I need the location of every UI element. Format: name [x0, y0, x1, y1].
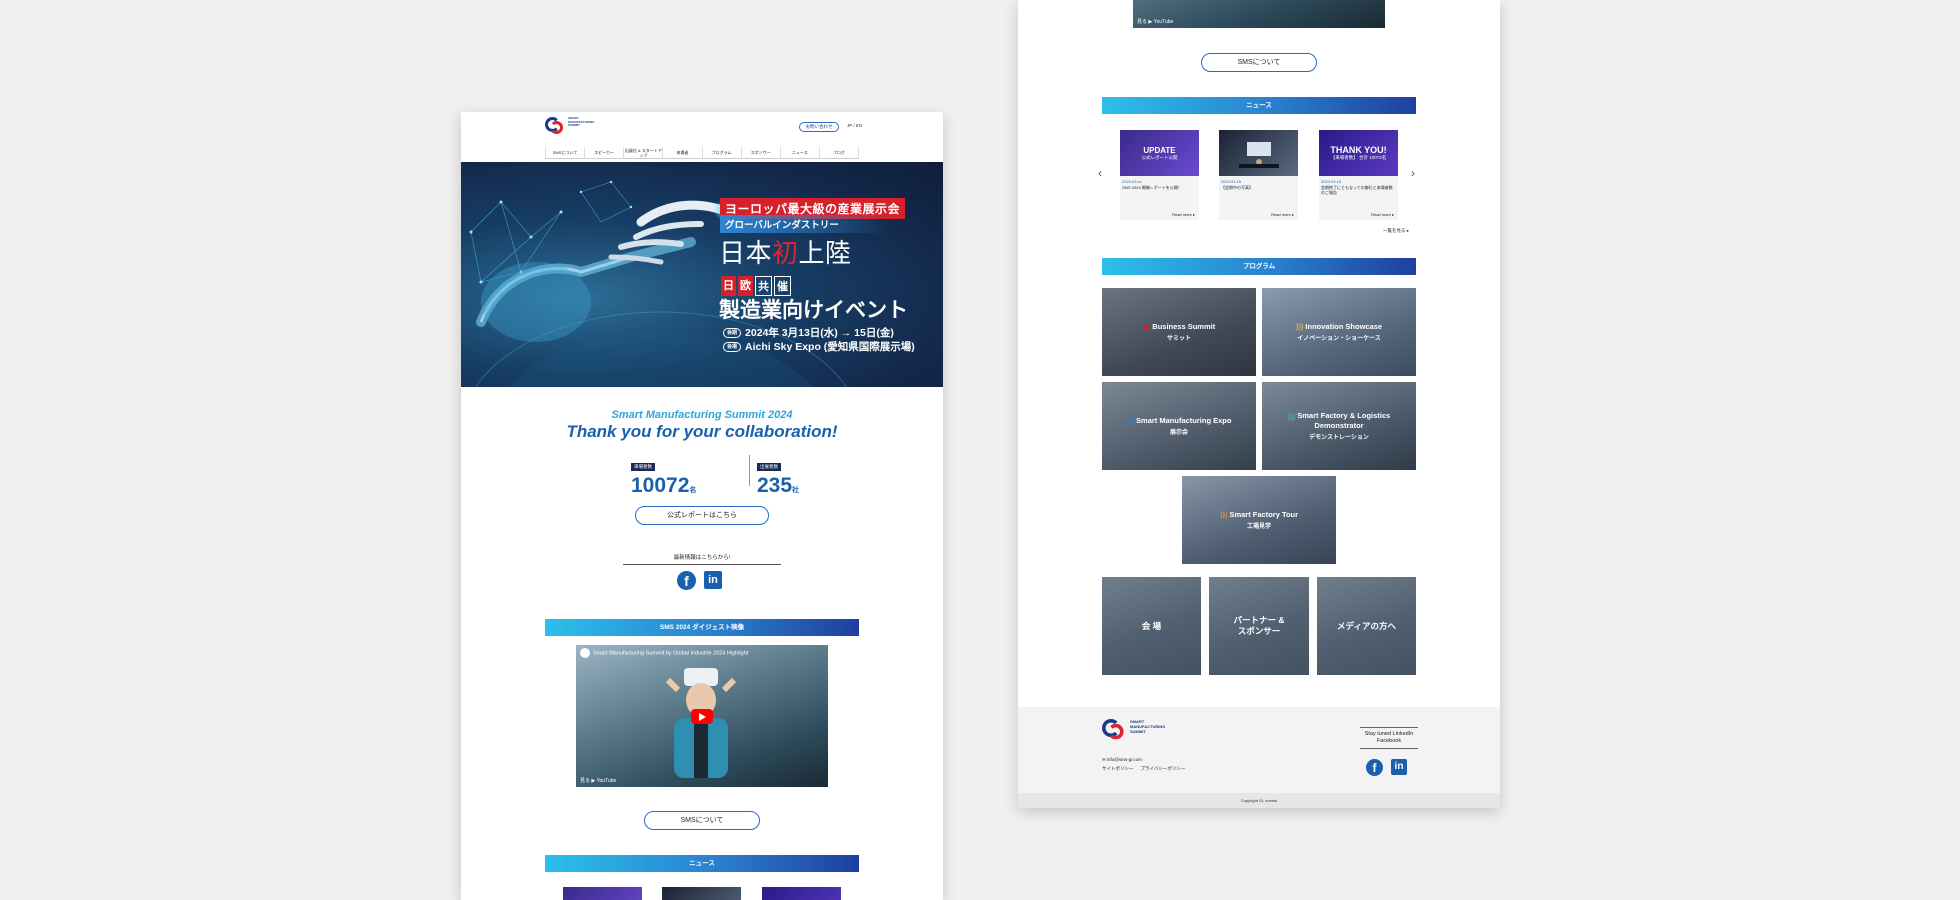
footer-links: サイトポリシー プライバシーポリシー — [1102, 766, 1185, 772]
news-date: 2024.03.15 — [1221, 179, 1242, 184]
nav-item-news[interactable]: ニュース — [781, 147, 820, 158]
nav-item-speakers[interactable]: スピーカー — [585, 147, 625, 158]
nav-item-exhibitors[interactable]: 出展社 & スタートアップ — [624, 147, 664, 158]
wave-icon: ))) — [1219, 510, 1228, 520]
footer-social-links: f in — [1366, 759, 1407, 776]
page-preview-bottom: 見る ▶ YouTube SMSについて ニュース ‹ › UPDATE 公式レ… — [1018, 0, 1500, 808]
nav-item-blog[interactable]: ブログ — [820, 147, 859, 158]
footer-logo[interactable]: SMART MANUFACTURING SUMMIT — [1102, 719, 1165, 740]
site-footer: SMART MANUFACTURING SUMMIT ✉ info@sms-gi… — [1018, 707, 1500, 793]
news-card-2[interactable]: 2024.03.15 【会期中の写真】 Read more ▸ — [1219, 130, 1298, 220]
news-text: 【会期中の写真】 — [1221, 185, 1253, 190]
summit-kicker: Smart Manufacturing Summit 2024 — [611, 409, 793, 421]
program-smart-manufacturing-expo[interactable]: ))) Smart Manufacturing Expo 展示会 — [1102, 382, 1256, 470]
carousel-next-icon[interactable]: › — [1411, 166, 1415, 180]
news-thumb-3[interactable] — [762, 887, 841, 900]
news-card-3[interactable]: THANK YOU! 【来場者数】 合計 10072名 2024.03.15 会… — [1319, 130, 1398, 220]
logo-mark-icon — [545, 117, 565, 135]
report-button[interactable]: 公式レポートはこちら — [635, 506, 769, 525]
copyright: Copyright GL events — [1018, 793, 1500, 808]
wave-icon: ))) — [1295, 322, 1304, 332]
news-thumb-image — [1219, 130, 1298, 176]
news-card-1[interactable]: UPDATE 公式レポート公開 2024.03.xx SMS 2024 開催レポ… — [1120, 130, 1199, 220]
read-more-link[interactable]: Read more ▸ — [1271, 212, 1294, 217]
hero-badge-global: グローバルインダストリー — [720, 215, 890, 233]
linkedin-icon[interactable]: in — [1391, 759, 1407, 775]
play-button-icon[interactable] — [691, 709, 713, 724]
facebook-icon[interactable]: f — [677, 571, 696, 590]
hero-banner: ヨーロッパ最大級の産業展示会 グローバルインダストリー 日本初上陸 日欧共催 製… — [461, 162, 943, 387]
logo-mark-icon — [1102, 719, 1126, 741]
follow-label: 最新情報はこちらから! — [623, 553, 781, 565]
main-nav: SMSについて スピーカー 出展社 & スタートアップ 来場者 プログラム スポ… — [545, 147, 859, 159]
youtube-watch-label-2[interactable]: 見る ▶ YouTube — [1137, 18, 1173, 25]
read-more-link[interactable]: Read more ▸ — [1371, 212, 1394, 217]
news-thumb-2[interactable] — [662, 887, 741, 900]
about-button[interactable]: SMSについて — [644, 811, 760, 830]
site-policy-link[interactable]: サイトポリシー — [1102, 766, 1134, 772]
news-all-link[interactable]: 一覧を見る ▸ — [1383, 228, 1409, 234]
category-media[interactable]: メディアの方へ — [1317, 577, 1416, 675]
nav-item-about[interactable]: SMSについて — [545, 147, 586, 158]
linkedin-icon[interactable]: in — [704, 571, 722, 589]
video-title: Smart Manufacturing Summit by Global Ind… — [580, 648, 798, 658]
hero-venue: 会場 Aichi Sky Expo (愛知県国際展示場) — [723, 339, 915, 354]
logo-text: SMART MANUFACTURING SUMMIT — [568, 116, 595, 128]
program-innovation-showcase[interactable]: ))) Innovation Showcase イノベーション・ショーケース — [1262, 288, 1416, 376]
news-text: SMS 2024 開催レポートを公開！ — [1122, 185, 1182, 190]
hero-title: 日本初上陸 — [719, 238, 852, 268]
stat-divider — [749, 455, 750, 486]
footer-email[interactable]: ✉ info@sms-gi.com — [1102, 757, 1142, 763]
read-more-link[interactable]: Read more ▸ — [1172, 212, 1195, 217]
wave-icon: ))) — [1287, 411, 1296, 421]
news-date: 2024.03.xx — [1122, 179, 1142, 184]
about-button-2[interactable]: SMSについて — [1201, 53, 1317, 72]
news-text: 会期終了にともなっての御礼と来場者数のご報告 — [1321, 185, 1393, 195]
category-partners-sponsors[interactable]: パートナー & スポンサー — [1209, 577, 1309, 675]
news-date: 2024.03.15 — [1321, 179, 1342, 184]
page-preview-top: SMART MANUFACTURING SUMMIT お問い合わせ JP / E… — [461, 112, 943, 900]
language-switch[interactable]: JP / EN — [847, 123, 862, 128]
news-section-header: ニュース — [545, 855, 859, 872]
digest-video-continued[interactable]: 見る ▶ YouTube — [1133, 0, 1385, 28]
visitor-stat: 来場者数 10072名 — [631, 463, 697, 497]
video-section-header: SMS 2024 ダイジェスト映像 — [545, 619, 859, 636]
wave-icon: ))) — [1126, 416, 1135, 426]
site-header: SMART MANUFACTURING SUMMIT お問い合わせ JP / E… — [461, 112, 943, 162]
news-thumb-image: UPDATE 公式レポート公開 — [1120, 130, 1199, 176]
nav-item-visitors[interactable]: 来場者 — [663, 147, 703, 158]
social-links: f in — [677, 571, 722, 590]
news-thumb-image: THANK YOU! 【来場者数】 合計 10072名 — [1319, 130, 1398, 176]
program-section-header: プログラム — [1102, 258, 1416, 275]
contact-button[interactable]: お問い合わせ — [799, 122, 839, 132]
news-section-header-2: ニュース — [1102, 97, 1416, 114]
hero-subtitle: 製造業向けイベント — [719, 299, 908, 322]
summit-title: Thank you for your collaboration! — [566, 422, 838, 441]
program-factory-logistics-demonstrator[interactable]: ))) Smart Factory & Logistics Demonstrato… — [1262, 382, 1416, 470]
program-business-summit[interactable]: ))) Business Summit サミット — [1102, 288, 1256, 376]
carousel-prev-icon[interactable]: ‹ — [1098, 166, 1102, 180]
category-venue[interactable]: 会 場 — [1102, 577, 1201, 675]
wave-icon: ))) — [1142, 322, 1151, 332]
channel-avatar-icon — [580, 648, 590, 658]
youtube-watch-label[interactable]: 見る ▶ YouTube — [580, 777, 616, 784]
nav-item-program[interactable]: プログラム — [703, 147, 742, 158]
site-logo[interactable]: SMART MANUFACTURING SUMMIT — [545, 116, 596, 135]
stay-tuned-label: Stay tuned LinkedIn Facebook — [1360, 727, 1418, 749]
privacy-policy-link[interactable]: プライバシーポリシー — [1141, 766, 1186, 772]
facebook-icon[interactable]: f — [1366, 759, 1383, 776]
digest-video[interactable]: Smart Manufacturing Summit by Global Ind… — [576, 645, 828, 787]
nav-item-sponsors[interactable]: スポンサー — [742, 147, 781, 158]
exhibitor-stat: 出展者数 235社 — [757, 463, 800, 497]
co-host-badges: 日欧共催 — [721, 276, 791, 296]
news-thumb-1[interactable] — [563, 887, 642, 900]
hero-date: 会期 2024年 3月13日(水) → 15日(金) — [723, 325, 894, 340]
program-smart-factory-tour[interactable]: ))) Smart Factory Tour 工場見学 — [1182, 476, 1336, 564]
